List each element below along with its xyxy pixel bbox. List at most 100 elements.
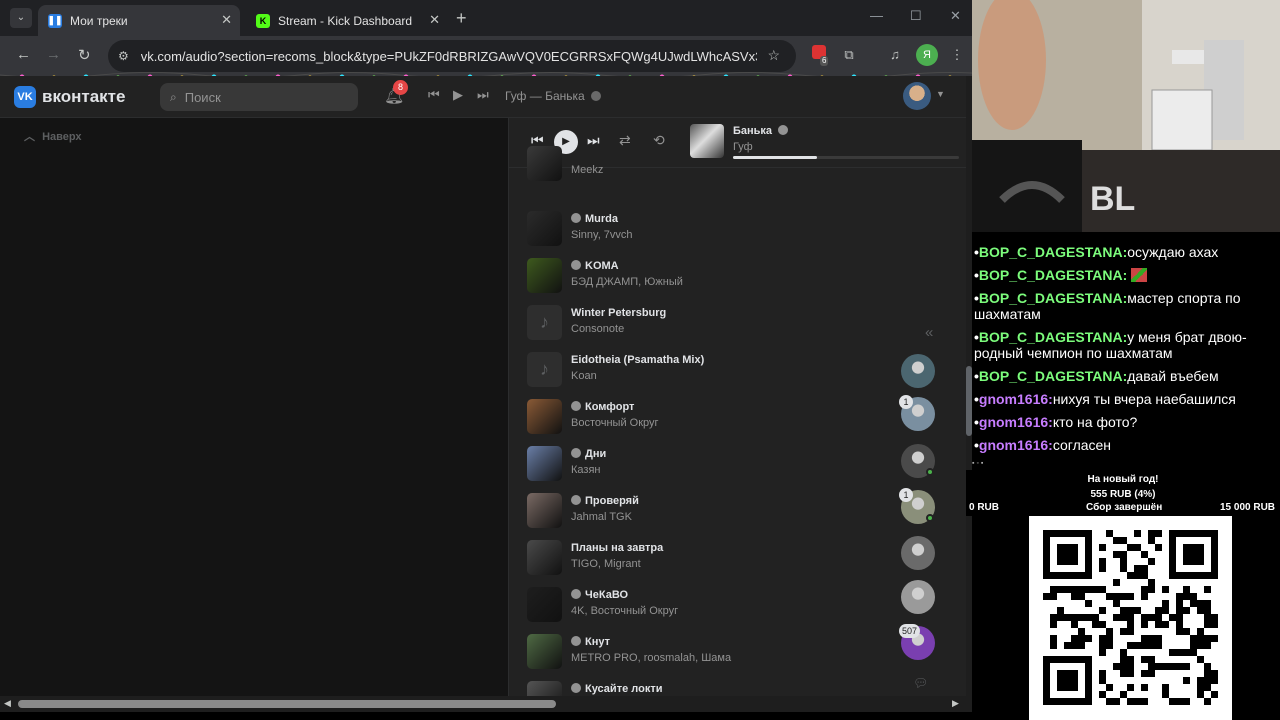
forward-icon[interactable]: → <box>46 46 61 63</box>
chat-username[interactable]: gnom1616 <box>979 437 1048 453</box>
header-now-playing[interactable]: Гуф — Банька <box>505 89 602 103</box>
track-row[interactable]: Проверяй Jahmal TGK <box>527 491 887 531</box>
track-cover[interactable] <box>527 587 562 622</box>
track-title[interactable]: Планы на завтра <box>571 542 663 554</box>
tab-kick-dashboard[interactable]: K Stream - Kick Dashboard ✕ <box>246 5 448 36</box>
close-tab-icon[interactable]: ✕ <box>429 12 440 28</box>
media-control-icon[interactable]: ♫ <box>884 44 906 66</box>
extensions-puzzle-icon[interactable]: ⧉ <box>838 44 860 66</box>
track-artist[interactable]: Meekz <box>571 164 603 176</box>
track-row[interactable]: Murda Sinny, 7vvch <box>527 209 887 249</box>
chat-username[interactable]: BOP_C_DAGESTANA <box>979 244 1123 260</box>
track-row[interactable]: ♪ Eidotheia (Psamatha Mix) Koan <box>527 350 887 390</box>
site-info-icon[interactable]: ⚙ <box>118 49 129 63</box>
favorite-contact-avatar[interactable] <box>901 536 935 570</box>
profile-avatar[interactable]: Я <box>916 44 938 66</box>
track-row[interactable]: Meekz <box>527 144 887 184</box>
track-title[interactable]: Murda <box>571 213 618 225</box>
bookmark-star-icon[interactable]: ☆ <box>767 47 780 64</box>
track-title[interactable]: Eidotheia (Psamatha Mix) <box>571 354 704 366</box>
track-artist[interactable]: Jahmal TGK <box>571 511 632 523</box>
tab-vk-tracks[interactable]: ❚❚ Мои треки ✕ <box>38 5 240 36</box>
header-play-icon[interactable]: ▶ <box>453 87 463 103</box>
track-title[interactable]: Кнут <box>571 636 610 648</box>
track-cover[interactable] <box>527 634 562 669</box>
address-bar[interactable]: ⚙ vk.com/audio?section=recoms_block&type… <box>108 40 796 72</box>
track-row[interactable]: Планы на завтра TIGO, Migrant <box>527 538 887 578</box>
chat-username[interactable]: gnom1616 <box>979 414 1048 430</box>
track-row[interactable]: Кусайте локтиАрХангел feat. Mishanya <box>527 679 887 696</box>
qr-module <box>1078 635 1085 642</box>
track-row[interactable]: Дни Казян <box>527 444 887 484</box>
track-artist[interactable]: METRO PRO, roosmalah, Шама <box>571 652 731 664</box>
track-cover[interactable] <box>527 681 562 696</box>
chat-username[interactable]: BOP_C_DAGESTANA <box>979 290 1123 306</box>
track-artist[interactable]: TIGO, Migrant <box>571 558 641 570</box>
header-next-track-icon[interactable]: ⏭ <box>477 87 489 103</box>
chat-username[interactable]: BOP_C_DAGESTANA <box>979 329 1123 345</box>
track-title[interactable]: Проверяй <box>571 495 639 507</box>
extension-adblock-icon[interactable]: 6 <box>808 44 830 66</box>
track-row[interactable]: ЧеКаВО 4K, Восточный Округ <box>527 585 887 625</box>
close-window-icon[interactable]: ✕ <box>950 8 961 24</box>
scroll-to-top-button[interactable]: ︿ Наверх <box>24 128 82 144</box>
user-avatar[interactable] <box>903 82 931 110</box>
maximize-icon[interactable]: ☐ <box>910 8 922 24</box>
browser-menu-icon[interactable]: ⋮ <box>946 44 968 66</box>
qr-module <box>1120 663 1127 670</box>
favorite-contact-avatar[interactable] <box>901 580 935 614</box>
back-icon[interactable]: ← <box>16 46 31 63</box>
horizontal-scrollbar[interactable]: ◀ ▶ <box>0 696 972 712</box>
track-cover[interactable] <box>527 540 562 575</box>
track-title[interactable]: Комфорт <box>571 401 634 413</box>
new-tab-button[interactable]: + <box>456 8 467 29</box>
unread-badge: 507 <box>899 624 921 638</box>
chat-username[interactable]: BOP_C_DAGESTANA <box>979 267 1123 283</box>
collapse-sidebar-icon[interactable]: « <box>925 324 933 341</box>
track-cover[interactable]: ♪ <box>527 305 562 340</box>
track-artist[interactable]: Consonote <box>571 323 624 335</box>
track-cover[interactable] <box>527 493 562 528</box>
chat-username[interactable]: gnom1616 <box>979 391 1048 407</box>
reload-icon[interactable]: ↻ <box>78 46 91 64</box>
scrollbar-thumb[interactable] <box>18 700 556 708</box>
header-prev-track-icon[interactable]: ⏮ <box>428 87 440 103</box>
track-cover[interactable]: ♪ <box>527 352 562 387</box>
qr-module <box>1148 530 1155 537</box>
track-cover[interactable] <box>527 211 562 246</box>
track-artist[interactable]: БЭД ДЖАМП, Южный <box>571 276 683 288</box>
track-cover[interactable] <box>527 399 562 434</box>
track-title[interactable]: KOMA <box>571 260 619 272</box>
tab-search-button[interactable]: ⌄ <box>10 8 32 28</box>
track-artist[interactable]: Sinny, 7vvch <box>571 229 633 241</box>
track-row[interactable]: Кнут METRO PRO, roosmalah, Шама <box>527 632 887 672</box>
track-artist[interactable]: Koan <box>571 370 597 382</box>
track-title[interactable]: Кусайте локти <box>571 683 662 695</box>
scroll-left-icon[interactable]: ◀ <box>4 698 11 709</box>
url-text[interactable]: vk.com/audio?section=recoms_block&type=P… <box>141 49 757 64</box>
close-tab-icon[interactable]: ✕ <box>221 12 232 28</box>
track-row[interactable]: ♪ Winter Petersburg Consonote <box>527 303 887 343</box>
notifications-bell-icon[interactable]: 🔔︎ 8 <box>384 80 408 106</box>
messages-icon[interactable]: 💬︎ <box>913 676 928 690</box>
minimize-icon[interactable]: — <box>870 8 883 23</box>
chevron-down-icon[interactable]: ▼ <box>936 89 945 99</box>
track-title[interactable]: ЧеКаВО <box>571 589 628 601</box>
scroll-right-icon[interactable]: ▶ <box>952 698 959 709</box>
track-artist[interactable]: Восточный Округ <box>571 417 659 429</box>
vk-logo[interactable]: VK вконтакте <box>14 86 125 108</box>
track-cover[interactable] <box>527 146 562 181</box>
track-cover[interactable] <box>527 258 562 293</box>
favorite-contact-avatar[interactable] <box>901 354 935 388</box>
track-title[interactable]: Winter Petersburg <box>571 307 666 319</box>
qr-module <box>1092 621 1099 628</box>
track-row[interactable]: KOMA БЭД ДЖАМП, Южный <box>527 256 887 296</box>
track-artist[interactable]: Казян <box>571 464 600 476</box>
track-cover[interactable] <box>527 446 562 481</box>
track-artist[interactable]: 4K, Восточный Округ <box>571 605 678 617</box>
track-title[interactable]: Дни <box>571 448 606 460</box>
vk-search-input[interactable]: ⌕ Поиск <box>160 83 358 111</box>
now-playing-title[interactable]: Банька <box>733 125 789 137</box>
track-row[interactable]: Комфорт Восточный Округ <box>527 397 887 437</box>
chat-username[interactable]: BOP_C_DAGESTANA <box>979 368 1123 384</box>
